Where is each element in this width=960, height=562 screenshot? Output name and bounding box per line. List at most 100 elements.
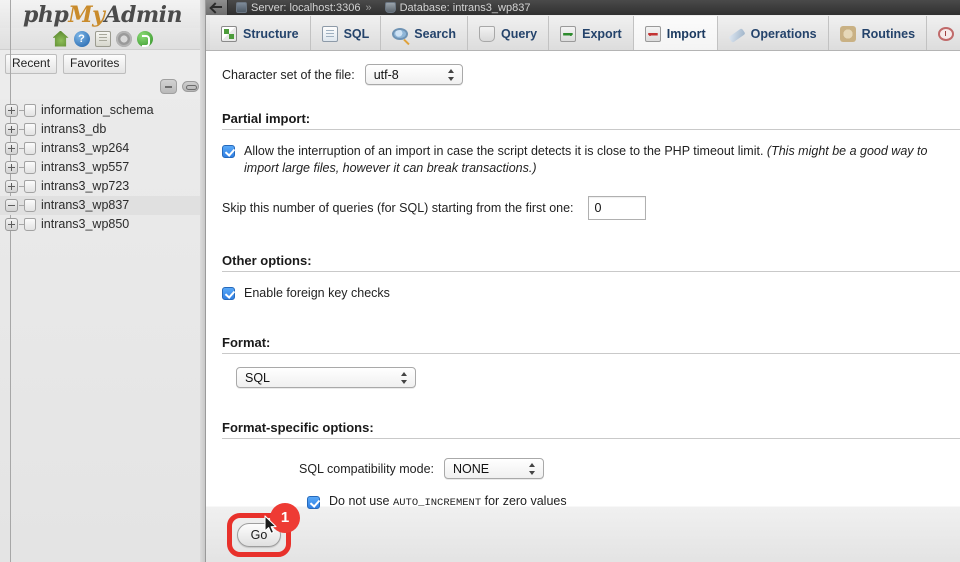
documentation-icon[interactable]: [94, 30, 111, 47]
settings-icon[interactable]: [115, 30, 132, 47]
tab-import[interactable]: Import: [633, 16, 718, 50]
expand-icon[interactable]: [5, 123, 18, 136]
compat-row: SQL compatibility mode: NONE: [222, 458, 960, 479]
db-item-intrans3_wp837[interactable]: intrans3_wp837: [0, 196, 205, 215]
logo-my: My: [68, 2, 105, 28]
sidebar: phpMyAdmin Recent Favorites information: [0, 0, 206, 562]
format-value: SQL: [245, 370, 271, 385]
format-title: Format:: [222, 335, 960, 354]
skip-queries-input[interactable]: [587, 196, 646, 220]
auto-increment-row: Do not use AUTO_INCREMENT for zero value…: [222, 493, 960, 512]
logout-icon[interactable]: [136, 30, 153, 47]
format-specific-section: Format-specific options: SQL compatibili…: [222, 416, 960, 512]
auto-increment-label-post: for zero values: [481, 494, 567, 508]
breadcrumb-server[interactable]: Server: localhost:3306: [251, 2, 360, 14]
collapse-icon[interactable]: [5, 199, 18, 212]
db-item-intrans3_db[interactable]: intrans3_db: [0, 120, 205, 139]
tab-export[interactable]: Export: [549, 16, 634, 50]
mouse-cursor-icon: [264, 515, 277, 534]
app-logo[interactable]: phpMyAdmin: [0, 0, 205, 28]
database-icon: [24, 218, 36, 231]
tab-search[interactable]: Search: [381, 16, 468, 50]
database-icon: [384, 2, 396, 13]
expand-icon[interactable]: [5, 180, 18, 193]
charset-row: Character set of the file: utf-8: [206, 51, 960, 85]
query-icon: [478, 25, 495, 42]
format-specific-title: Format-specific options:: [222, 420, 960, 439]
db-item-intrans3_wp723[interactable]: intrans3_wp723: [0, 177, 205, 196]
db-item-intrans3_wp264[interactable]: intrans3_wp264: [0, 139, 205, 158]
charset-select[interactable]: utf-8: [364, 64, 463, 85]
back-button[interactable]: [206, 0, 228, 15]
logo-admin: Admin: [104, 2, 182, 28]
breadcrumb: Server: localhost:3306 » Database: intra…: [206, 0, 960, 15]
tab-bar: Structure SQL Search Query Export Import: [206, 15, 960, 51]
db-label: intrans3_wp723: [41, 179, 130, 193]
expand-icon[interactable]: [5, 161, 18, 174]
compat-value: NONE: [453, 461, 490, 476]
foreign-key-label: Enable foreign key checks: [244, 286, 390, 300]
tab-routines[interactable]: Routines: [828, 16, 928, 50]
db-label: information_schema: [41, 103, 154, 117]
chevron-updown-icon: [401, 371, 408, 386]
database-icon: [24, 123, 36, 136]
structure-icon: [221, 25, 237, 42]
other-options-title: Other options:: [222, 253, 960, 272]
foreign-key-checkbox[interactable]: [222, 287, 235, 300]
format-select[interactable]: SQL: [236, 367, 416, 388]
db-item-information_schema[interactable]: information_schema: [0, 101, 205, 120]
compat-label: SQL compatibility mode:: [299, 461, 435, 476]
database-icon: [24, 180, 36, 193]
home-icon[interactable]: [52, 30, 69, 47]
expand-icon[interactable]: [5, 142, 18, 155]
db-label: intrans3_wp850: [41, 217, 130, 231]
db-label: intrans3_wp557: [41, 160, 130, 174]
tab-label: Export: [582, 26, 622, 41]
partial-import-section: Partial import: Allow the interruption o…: [222, 107, 960, 220]
tab-query[interactable]: Query: [467, 16, 550, 50]
auto-increment-label-pre: Do not use: [329, 494, 393, 508]
breadcrumb-separator: »: [365, 1, 372, 14]
tab-sql[interactable]: SQL: [310, 16, 382, 50]
tab-label: Import: [666, 26, 706, 41]
logo-php: php: [23, 2, 69, 28]
auto-increment-keyword: AUTO_INCREMENT: [392, 497, 482, 509]
foreign-key-row: Enable foreign key checks: [222, 285, 960, 302]
other-options-section: Other options: Enable foreign key checks: [222, 249, 960, 302]
tab-structure[interactable]: Structure: [210, 16, 311, 50]
database-icon: [24, 161, 36, 174]
toggle-links-icon[interactable]: [182, 81, 199, 92]
tab-label: Operations: [750, 26, 817, 41]
events-icon: [938, 26, 955, 41]
allow-interrupt-checkbox[interactable]: [222, 145, 235, 158]
tab-label: Structure: [243, 26, 299, 41]
tree-toolbar: [0, 77, 205, 99]
db-label: intrans3_wp837: [41, 198, 130, 212]
db-item-intrans3_wp850[interactable]: intrans3_wp850: [0, 215, 205, 234]
compat-select[interactable]: NONE: [444, 458, 545, 479]
chevron-updown-icon: [447, 68, 455, 83]
routines-icon: [839, 25, 856, 42]
phpmyadmin-window: phpMyAdmin Recent Favorites information: [0, 0, 960, 562]
server-icon: [236, 2, 247, 13]
tab-label: SQL: [343, 26, 370, 41]
tab-label: Search: [414, 26, 456, 41]
tab-favorites[interactable]: Favorites: [63, 54, 127, 74]
help-icon[interactable]: [73, 30, 90, 47]
charset-label: Character set of the file:: [222, 67, 355, 82]
tab-operations[interactable]: Operations: [717, 16, 829, 50]
expand-icon[interactable]: [5, 104, 18, 117]
format-row: SQL: [222, 367, 960, 388]
operations-icon: [728, 28, 746, 43]
breadcrumb-database[interactable]: Database: intrans3_wp837: [400, 2, 531, 14]
db-item-intrans3_wp557[interactable]: intrans3_wp557: [0, 158, 205, 177]
tab-events[interactable]: Events: [927, 16, 960, 50]
expand-icon[interactable]: [5, 218, 18, 231]
chevron-updown-icon: [529, 462, 536, 477]
import-form: Character set of the file: utf-8 Partial…: [206, 51, 960, 562]
allow-interrupt-label: Allow the interruption of an import in c…: [244, 144, 767, 158]
main-panel: Server: localhost:3306 » Database: intra…: [206, 0, 960, 562]
collapse-all-icon[interactable]: [160, 79, 177, 94]
db-label: intrans3_db: [41, 122, 107, 136]
tab-recent[interactable]: Recent: [5, 54, 58, 74]
